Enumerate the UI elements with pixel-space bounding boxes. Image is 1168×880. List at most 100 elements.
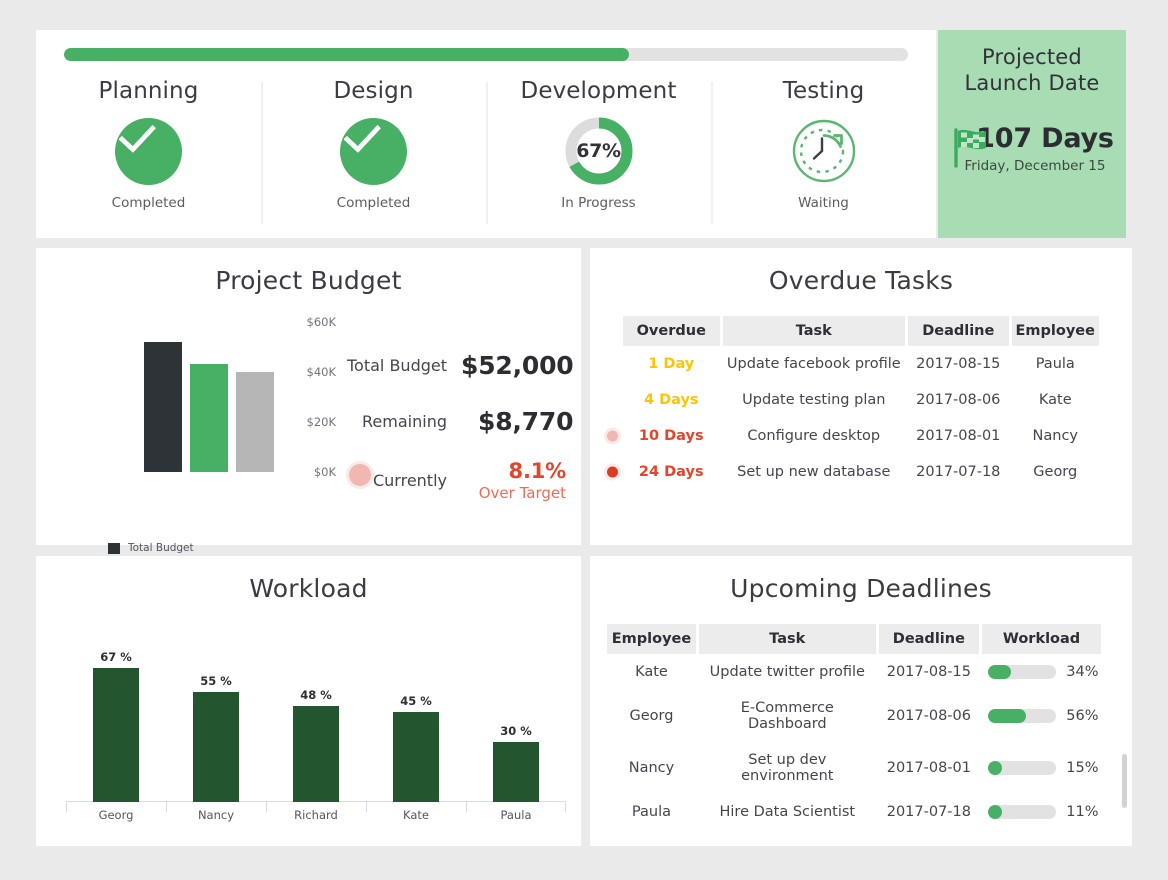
stage-label: Development	[521, 78, 677, 104]
workload-percent-label: 15%	[1065, 760, 1099, 776]
cell-task: Set up dev environment	[697, 742, 877, 794]
table-row[interactable]: GeorgE-Commerce Dashboard2017-08-0656%	[606, 690, 1103, 742]
x-axis-category-label: Kate	[366, 808, 466, 822]
cell-overdue: 24 Days	[622, 454, 722, 490]
workload-bar-value: 48 %	[293, 688, 339, 702]
table-row[interactable]: PaulaHire Data Scientist2017-07-1811%	[606, 794, 1103, 830]
cell-deadline: 2017-08-15	[877, 654, 980, 690]
workload-bar-value: 55 %	[193, 674, 239, 688]
cell-workload: 56%	[981, 690, 1103, 742]
workload-bar-value: 45 %	[393, 694, 439, 708]
overdue-tasks-table: Overdue Task Deadline Employee 1 DayUpda…	[620, 316, 1102, 490]
workload-progress-bar	[988, 665, 1056, 679]
stat-label: Total Budget	[336, 356, 461, 375]
stage-label: Design	[333, 78, 413, 104]
x-axis-tick	[466, 802, 467, 812]
stage-design[interactable]: Design Completed	[261, 78, 486, 228]
table-row[interactable]: 1 DayUpdate facebook profile2017-08-15Pa…	[622, 346, 1101, 382]
table-header-row: Employee Task Deadline Workload	[606, 624, 1103, 654]
cell-task: Configure desktop	[721, 418, 906, 454]
x-axis-category-label: Nancy	[166, 808, 266, 822]
over-target-percent: 8.1%	[461, 459, 566, 483]
cell-employee: Paula	[606, 794, 698, 830]
workload-progress-fill	[988, 805, 1002, 819]
launch-title-line2: Launch Date	[948, 70, 1116, 96]
column-header-task[interactable]: Task	[721, 316, 906, 346]
stage-planning[interactable]: Planning Completed	[36, 78, 261, 228]
upcoming-deadlines-panel: Upcoming Deadlines Employee Task Deadlin…	[590, 556, 1132, 846]
status-badge-dot	[346, 461, 374, 489]
cell-employee: Georg	[606, 690, 698, 742]
cell-employee: Kate	[606, 654, 698, 690]
scrollbar-thumb[interactable]	[1122, 754, 1127, 808]
table-row[interactable]: NancySet up dev environment2017-08-0115%	[606, 742, 1103, 794]
workload-progress-bar	[988, 805, 1056, 819]
launch-title-line1: Projected	[948, 44, 1116, 70]
donut-percent-label: 67%	[563, 115, 635, 187]
upcoming-deadlines-table: Employee Task Deadline Workload KateUpda…	[604, 624, 1104, 830]
cell-overdue: 10 Days	[622, 418, 722, 454]
cell-task: Update testing plan	[721, 382, 906, 418]
cell-task: Hire Data Scientist	[697, 794, 877, 830]
workload-bar	[193, 692, 239, 802]
stat-value: $8,770	[461, 407, 573, 436]
stage-status: Completed	[112, 195, 186, 211]
workload-bar-value: 67 %	[93, 650, 139, 664]
stage-label: Planning	[99, 78, 199, 104]
stat-value: $52,000	[461, 351, 573, 380]
check-circle-icon	[340, 115, 407, 187]
stage-label: Testing	[783, 78, 865, 104]
stage-list: Planning Completed Design Completed Deve…	[36, 78, 936, 228]
bar-budget-amount-used	[190, 364, 228, 472]
budget-bar-chart: $60K $40K $20K $0K Total Budget Budget A…	[36, 304, 336, 534]
cell-workload: 11%	[981, 794, 1103, 830]
cell-workload: 34%	[981, 654, 1103, 690]
stage-testing[interactable]: Testing Waiting	[711, 78, 936, 228]
cell-deadline: 2017-08-01	[877, 742, 980, 794]
bar-total-budget	[144, 342, 182, 472]
budget-stats: Total Budget $52,000 Remaining $8,770 Cu…	[336, 340, 581, 508]
column-header-deadline[interactable]: Deadline	[907, 316, 1011, 346]
workload-percent-label: 34%	[1065, 664, 1099, 680]
workload-progress-fill	[988, 761, 1002, 775]
x-axis-category-label: Paula	[466, 808, 566, 822]
legend-swatch	[108, 543, 120, 554]
stage-status: Waiting	[798, 195, 849, 211]
overdue-status-dot	[604, 464, 621, 481]
cell-employee: Nancy	[1010, 418, 1100, 454]
x-axis-tick	[366, 802, 367, 812]
stage-development[interactable]: Development 67% In Progress	[486, 78, 711, 228]
stage-status: Completed	[337, 195, 411, 211]
bar-target-amount-used	[236, 372, 274, 472]
cell-deadline: 2017-08-06	[907, 382, 1011, 418]
stage-status: In Progress	[561, 195, 635, 211]
x-axis-tick	[166, 802, 167, 812]
overdue-status-dot	[604, 428, 621, 445]
over-target-block: 8.1% Over Target	[461, 459, 566, 502]
column-header-workload[interactable]: Workload	[981, 624, 1103, 654]
workload-bar-chart: 67 %Georg55 %Nancy48 %Richard45 %Kate30 …	[66, 624, 566, 820]
stat-currently-over-target: Currently 8.1% Over Target	[336, 452, 581, 508]
legend-item: Total Budget	[108, 542, 240, 554]
table-row[interactable]: 4 DaysUpdate testing plan2017-08-06Kate	[622, 382, 1101, 418]
table-row[interactable]: 24 DaysSet up new database2017-07-18Geor…	[622, 454, 1101, 490]
column-header-deadline[interactable]: Deadline	[877, 624, 980, 654]
stat-label: Remaining	[336, 412, 461, 431]
column-header-employee[interactable]: Employee	[1010, 316, 1100, 346]
page-title-workload: Workload	[36, 556, 581, 603]
table-header-row: Overdue Task Deadline Employee	[622, 316, 1101, 346]
cell-overdue: 4 Days	[622, 382, 722, 418]
clock-arrow-icon	[791, 115, 857, 187]
workload-bar	[293, 706, 339, 802]
table-row[interactable]: 10 DaysConfigure desktop2017-08-01Nancy	[622, 418, 1101, 454]
table-row[interactable]: KateUpdate twitter profile2017-08-1534%	[606, 654, 1103, 690]
workload-progress-fill	[988, 709, 1026, 723]
workload-bar	[493, 742, 539, 802]
cell-deadline: 2017-08-15	[907, 346, 1011, 382]
cell-overdue: 1 Day	[622, 346, 722, 382]
column-header-task[interactable]: Task	[697, 624, 877, 654]
column-header-employee[interactable]: Employee	[606, 624, 698, 654]
cell-deadline: 2017-07-18	[877, 794, 980, 830]
column-header-overdue[interactable]: Overdue	[622, 316, 722, 346]
cell-deadline: 2017-08-01	[907, 418, 1011, 454]
